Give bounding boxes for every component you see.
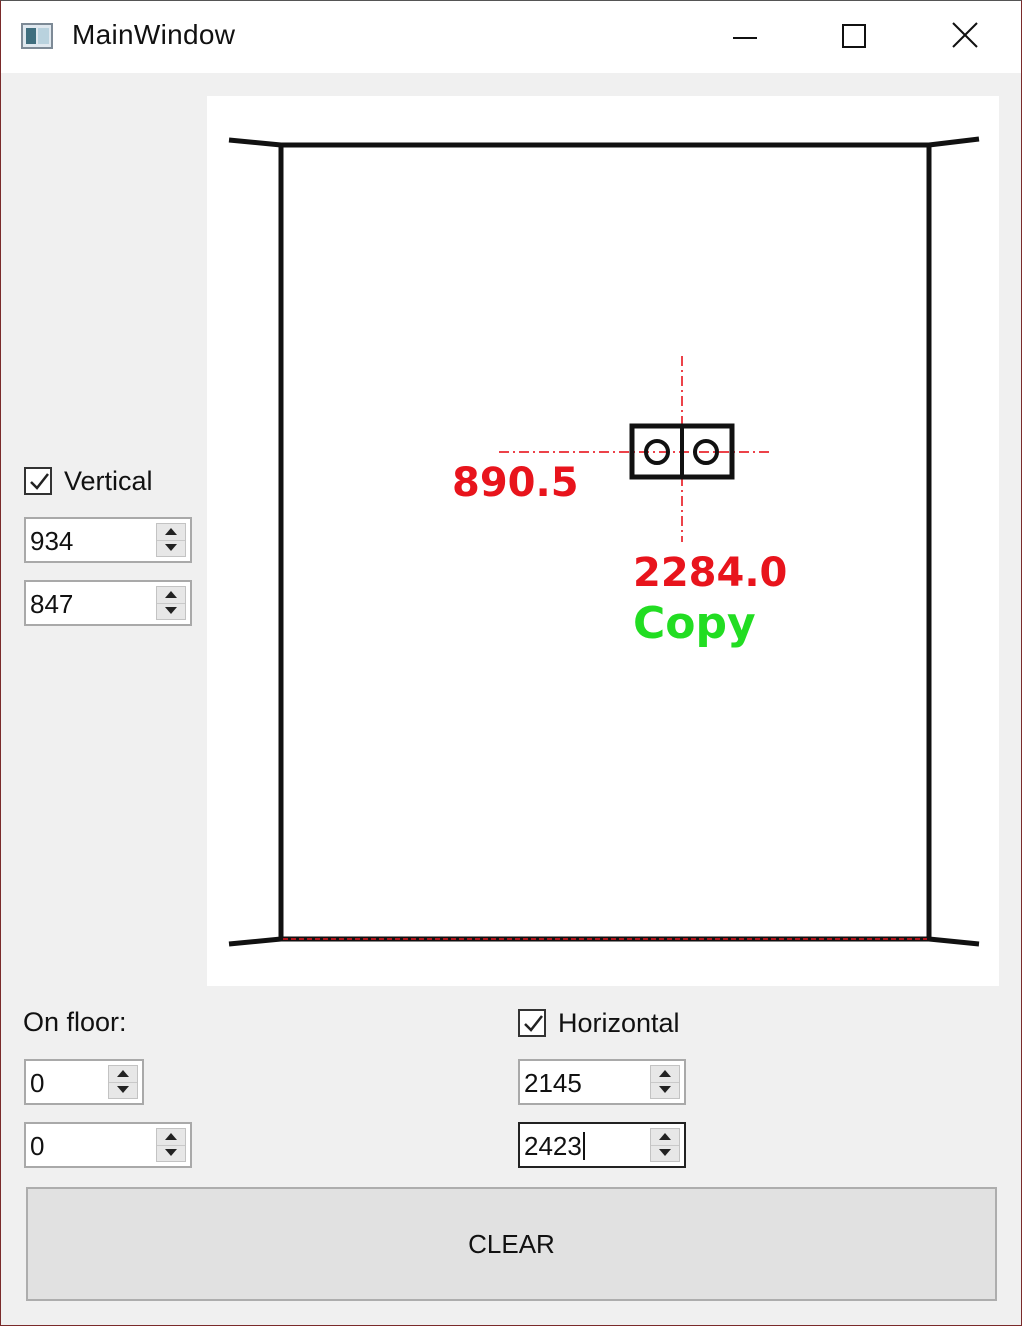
arrow-down-icon [165,1149,177,1156]
spin-buttons [650,1065,680,1099]
spin-down-button[interactable] [651,1082,679,1098]
maximize-icon [842,24,866,48]
spin-down-button[interactable] [157,1145,185,1161]
wall-drawing [228,136,980,947]
spin-down-button[interactable] [157,603,185,619]
spin-down-button[interactable] [109,1082,137,1098]
spin-buttons [108,1065,138,1099]
vertical-checkbox-row[interactable]: Vertical [24,464,153,498]
main-window: MainWindow 890.5 2284.0 Copy Vertical 93… [0,0,1022,1326]
arrow-down-icon [117,1086,129,1093]
arrow-up-icon [165,1133,177,1140]
horizontal-checkbox[interactable] [518,1009,546,1037]
horizontal-dimension-label: 2284.0 [633,550,788,596]
vertical-spinbox-2[interactable]: 847 [24,580,192,626]
close-icon [952,22,978,48]
horizontal-checkbox-row[interactable]: Horizontal [518,1006,680,1040]
clear-button[interactable]: CLEAR [26,1187,997,1301]
floor-line-right-edge [928,936,980,947]
spin-buttons [156,1128,186,1162]
horizontal-value-1[interactable]: 2145 [524,1068,582,1099]
vertical-spinbox-1[interactable]: 934 [24,517,192,563]
minimize-icon [733,37,757,39]
vertical-label: Vertical [64,465,153,496]
vertical-checkbox[interactable] [24,467,52,495]
vertical-dimension-label: 890.5 [452,460,579,506]
ceiling-line-left-edge [228,137,282,148]
drawing-canvas[interactable]: 890.5 2284.0 Copy [207,96,999,986]
arrow-up-icon [659,1070,671,1077]
arrow-down-icon [165,607,177,614]
arrow-down-icon [659,1086,671,1093]
spin-buttons [156,586,186,620]
arrow-up-icon [659,1133,671,1140]
checkmark-icon [524,1015,543,1032]
spin-down-button[interactable] [651,1145,679,1161]
spin-up-button[interactable] [109,1066,137,1083]
app-window-icon [21,23,53,49]
on-floor-value-2[interactable]: 0 [30,1131,44,1162]
on-floor-label: On floor: [23,1007,127,1037]
spin-up-button[interactable] [157,587,185,604]
checkmark-icon [30,473,49,490]
horizontal-value-2[interactable]: 2423 [524,1131,582,1161]
vertical-value-1[interactable]: 934 [30,526,73,557]
arrow-up-icon [117,1070,129,1077]
horizontal-spinbox-2[interactable]: 2423 [518,1122,686,1168]
close-button[interactable] [935,9,995,65]
title-bar[interactable]: MainWindow [1,1,1021,73]
horizontal-spinbox-1[interactable]: 2145 [518,1059,686,1105]
maximize-button[interactable] [825,9,885,65]
window-title: MainWindow [72,19,236,50]
vertical-value-2[interactable]: 847 [30,589,73,620]
spin-buttons [650,1128,680,1162]
arrow-down-icon [165,544,177,551]
arrow-up-icon [165,591,177,598]
spin-up-button[interactable] [157,1129,185,1146]
spin-up-button[interactable] [651,1066,679,1083]
horizontal-value-2-wrapper[interactable]: 2423 [524,1131,585,1162]
horizontal-label: Horizontal [558,1007,680,1038]
spin-up-button[interactable] [157,524,185,541]
arrow-up-icon [165,528,177,535]
on-floor-value-1[interactable]: 0 [30,1068,44,1099]
status-label: Copy [633,598,756,649]
spin-up-button[interactable] [651,1129,679,1146]
arrow-down-icon [659,1149,671,1156]
floor-line-left-edge [228,936,282,947]
on-floor-spinbox-1[interactable]: 0 [24,1059,144,1105]
spin-buttons [156,523,186,557]
ceiling-line-right-edge [928,136,980,148]
text-caret [582,1132,585,1160]
on-floor-spinbox-2[interactable]: 0 [24,1122,192,1168]
minimize-button[interactable] [715,9,775,65]
spin-down-button[interactable] [157,540,185,556]
